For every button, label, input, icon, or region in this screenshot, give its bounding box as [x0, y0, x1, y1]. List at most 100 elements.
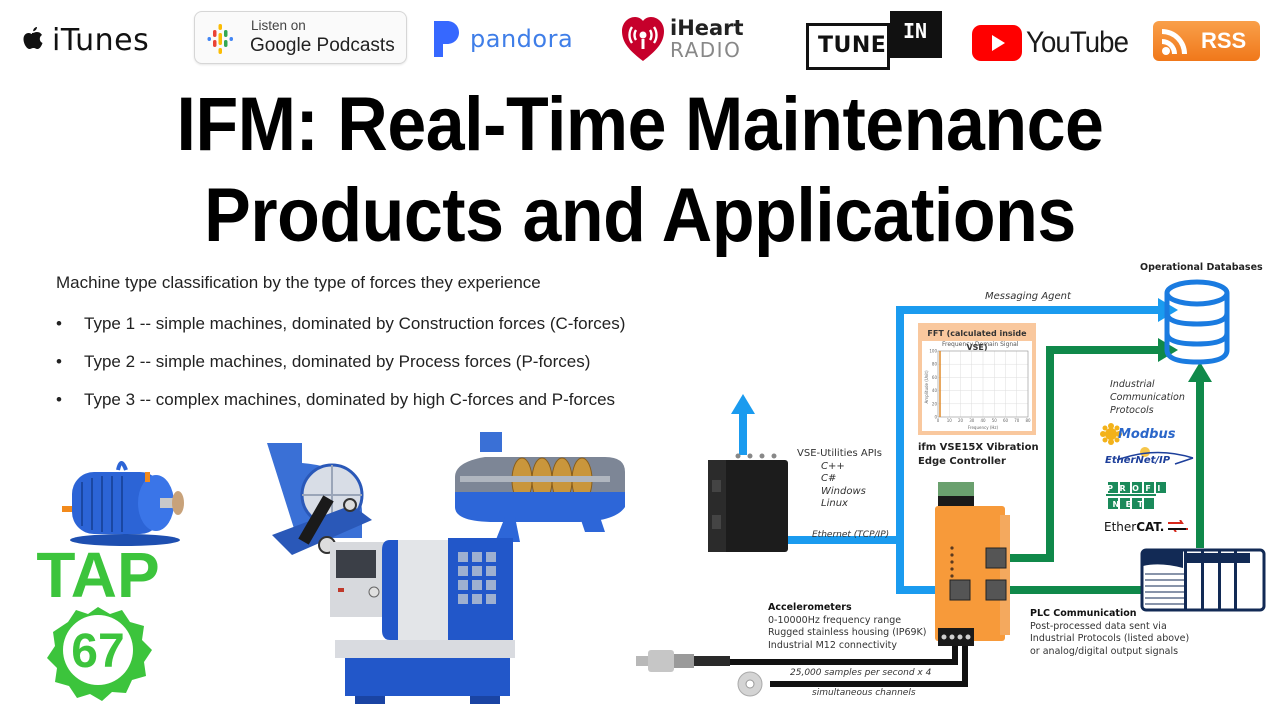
- plc-line: Industrial Protocols (listed above): [1030, 633, 1190, 644]
- protocols-line: Industrial: [1110, 379, 1155, 390]
- list-item-text: Type 2 -- simple machines, dominated by …: [84, 352, 591, 371]
- api-item: Windows: [821, 485, 866, 497]
- youtube-play-icon: [972, 25, 1022, 61]
- protocols-line: Communication: [1110, 392, 1185, 403]
- intro-text: Machine type classification by the type …: [56, 273, 541, 292]
- list-item: • Type 3 -- complex machines, dominated b…: [56, 390, 625, 428]
- plc-line: Post-processed data sent via: [1030, 620, 1167, 632]
- plc-rack-icon: [1140, 548, 1266, 612]
- fft-panel: FFT (calculated inside VSE) Frequency Do…: [918, 323, 1036, 435]
- fft-xtick-label: 80: [1025, 418, 1031, 423]
- fft-chart: 020406080100 0 10 20 30 40 50 60 70 80 Amplitude…: [924, 349, 1031, 431]
- fft-xtick-label: 50: [992, 418, 998, 423]
- modbus-text: Modbus: [1118, 426, 1176, 442]
- electric-motor-image: [62, 461, 184, 546]
- iheart-text: iHeart: [670, 16, 744, 40]
- accelerometer-sensor-1: [636, 650, 730, 672]
- profinet-logo: PROFI NET: [1106, 482, 1167, 509]
- operational-databases-label: Operational Databases: [1140, 262, 1263, 273]
- fft-ylabel: Amplitude (Unit): [924, 370, 929, 403]
- list-item: • Type 1 -- simple machines, dominated by…: [56, 314, 625, 352]
- list-item-text: Type 1 -- simple machines, dominated by …: [84, 314, 626, 333]
- youtube-text: YouTube: [1026, 26, 1129, 59]
- page-title-line1: IFM: Real-Time Maintenance: [176, 82, 1104, 167]
- apple-icon: [23, 27, 43, 49]
- modbus-logo: Modbus: [1100, 423, 1175, 445]
- channels-label: simultaneous channels: [812, 688, 916, 698]
- fft-xtick-label: 70: [1014, 418, 1020, 423]
- google-podcasts-icon: [207, 24, 233, 54]
- bullet-icon: •: [56, 314, 62, 333]
- tunein-logo[interactable]: TUNE IN: [806, 11, 943, 71]
- iheartradio-logo[interactable]: iHeart RADIO: [620, 14, 744, 64]
- fft-ytick-label: 100: [929, 349, 937, 354]
- plc-line: or analog/digital output signals: [1030, 645, 1179, 657]
- api-item: C++: [821, 460, 845, 472]
- protocols-line: Protocols: [1110, 405, 1154, 416]
- badge-text: TAP: [36, 545, 159, 611]
- plc-title: PLC Communication: [1030, 608, 1137, 619]
- fft-panel-header: FFT (calculated inside VSE): [922, 327, 1032, 352]
- edge-box-up-arrowhead: [731, 394, 755, 414]
- profinet-top-text: PROFI: [1107, 484, 1167, 493]
- fft-xtick-label: 0: [937, 418, 940, 423]
- rss-feed-icon: [1162, 29, 1187, 55]
- vse-controller-device: [935, 482, 1010, 646]
- rss-badge[interactable]: RSS: [1153, 21, 1260, 61]
- samples-label: 25,000 samples per second x 4: [790, 668, 932, 678]
- accelerometer-sensor-2: [737, 671, 763, 697]
- machine-type-list: • Type 1 -- simple machines, dominated by…: [56, 314, 625, 428]
- accelerometers-title: Accelerometers: [768, 602, 852, 613]
- fft-xtick-label: 10: [947, 418, 953, 423]
- pandora-p-icon: [434, 21, 459, 57]
- ethernet-label: Ethernet (TCP/IP): [812, 530, 890, 540]
- fft-xtick-label: 30: [969, 418, 975, 423]
- fft-xlabel: Frequency (Hz): [968, 425, 999, 430]
- badge-number: 67: [71, 625, 124, 678]
- fft-xtick-label: 20: [958, 418, 964, 423]
- vse-controller-title: ifm VSE15X Vibration Edge Controller: [918, 441, 1039, 469]
- accelerometers-line: Rugged stainless housing (IP69K): [768, 627, 927, 638]
- vse-title-line1: ifm VSE15X Vibration: [918, 442, 1039, 453]
- google-podcasts-badge[interactable]: Listen on Google Podcasts: [194, 11, 407, 64]
- page-title-line2: Products and Applications: [204, 173, 1076, 258]
- fft-ytick-label: 80: [932, 362, 938, 367]
- ethercat-text-b: CAT.: [1136, 520, 1165, 534]
- fft-ytick-label: 60: [932, 375, 938, 380]
- edge-computer-device: [708, 453, 788, 552]
- ethercat-arrows-icon: [1168, 519, 1189, 533]
- radio-text: RADIO: [670, 38, 742, 62]
- ethernet-ip-text: EtherNet/IP: [1105, 455, 1171, 466]
- bullet-icon: •: [56, 390, 62, 409]
- itunes-text: iTunes: [52, 22, 150, 58]
- fft-xtick-label: 60: [1003, 418, 1009, 423]
- google-podcasts-line2: Google Podcasts: [250, 35, 395, 56]
- tunein-tune-text: TUNE: [818, 33, 887, 58]
- fft-ytick-label: 40: [932, 388, 938, 393]
- api-item: Linux: [821, 498, 848, 509]
- itunes-logo[interactable]: iTunes: [18, 18, 149, 62]
- tap-67-badge: 67 TAP: [36, 545, 160, 701]
- ethercat-text-a: Ether: [1104, 520, 1137, 534]
- list-item-text: Type 3 -- complex machines, dominated by…: [84, 390, 616, 409]
- ethernet-ip-logo: EtherNet/IP: [1105, 447, 1194, 466]
- apis-title: VSE-Utilities APIs: [797, 448, 882, 459]
- cnc-lathe-image: [330, 538, 515, 704]
- tunein-in-text: IN: [903, 19, 928, 43]
- accelerometers-line: Industrial M12 connectivity: [768, 639, 897, 651]
- accelerometers-description: Accelerometers 0-10000Hz frequency range…: [768, 602, 927, 652]
- accelerometers-line: 0-10000Hz frequency range: [768, 614, 902, 626]
- profinet-bottom-text: NET: [1112, 500, 1149, 509]
- list-item: • Type 2 -- simple machines, dominated by…: [56, 352, 625, 390]
- ethercat-logo: EtherCAT.: [1104, 519, 1189, 534]
- fft-xtick-label: 40: [980, 418, 986, 423]
- youtube-logo[interactable]: YouTube: [972, 23, 1137, 63]
- google-podcasts-line1: Listen on: [251, 18, 306, 33]
- plc-communication-description: PLC Communication Post-processed data se…: [1030, 608, 1189, 658]
- plc-to-db-arrowhead: [1188, 362, 1212, 382]
- rss-text: RSS: [1201, 28, 1247, 53]
- industrial-protocols-label: Industrial Communication Protocols: [1110, 378, 1185, 417]
- bullet-icon: •: [56, 352, 62, 371]
- pandora-text: pandora: [470, 25, 574, 53]
- pandora-logo[interactable]: pandora: [432, 20, 573, 58]
